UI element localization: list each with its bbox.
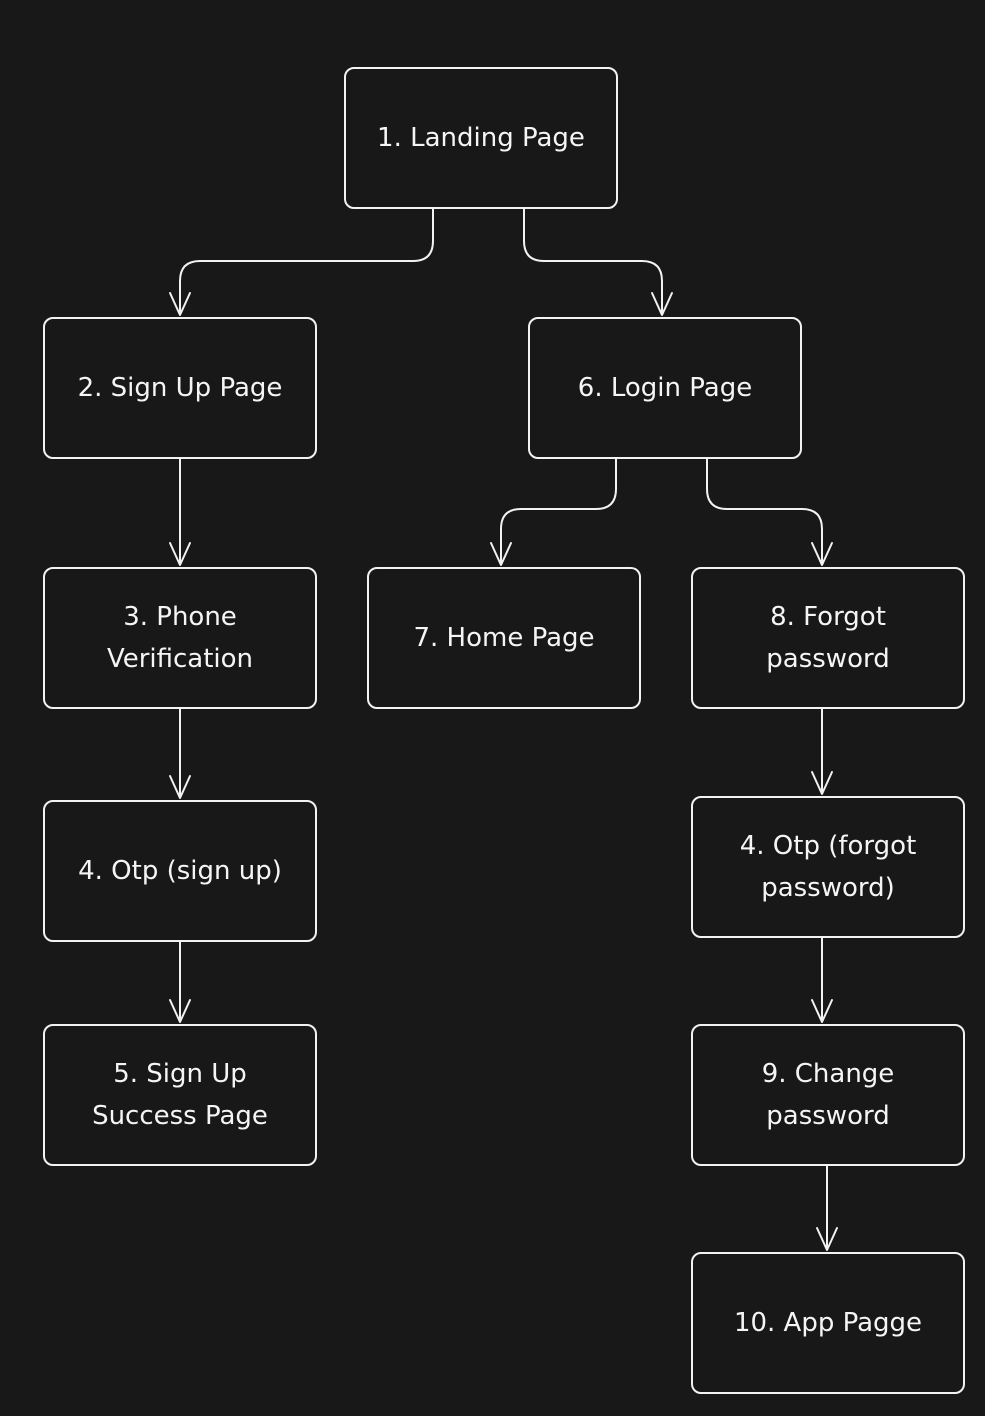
node-n4a[interactable]: 4. Otp (sign up) <box>43 800 317 942</box>
node-label: 4. Otp (forgot password) <box>739 831 917 903</box>
node-n8[interactable]: 8. Forgot password <box>691 567 965 709</box>
node-n6[interactable]: 6. Login Page <box>528 317 802 459</box>
arrow-n1-n6 <box>523 209 663 315</box>
node-n3[interactable]: 3. Phone Verification <box>43 567 317 709</box>
node-label: 9. Change password <box>761 1059 895 1131</box>
node-label: 6. Login Page <box>577 373 753 403</box>
node-n4b[interactable]: 4. Otp (forgot password) <box>691 796 965 938</box>
arrow-n6-n7 <box>500 459 617 565</box>
node-n9[interactable]: 9. Change password <box>691 1024 965 1166</box>
node-label: 3. Phone Verification <box>106 602 254 674</box>
arrow-n6-n8 <box>706 459 823 565</box>
node-n5[interactable]: 5. Sign Up Success Page <box>43 1024 317 1166</box>
node-label: 10. App Pagge <box>733 1308 923 1338</box>
node-label: 1. Landing Page <box>377 123 585 153</box>
node-label: 4. Otp (sign up) <box>78 856 282 886</box>
node-n1[interactable]: 1. Landing Page <box>344 67 618 209</box>
node-label: 8. Forgot password <box>766 602 890 674</box>
node-n2[interactable]: 2. Sign Up Page <box>43 317 317 459</box>
node-n10[interactable]: 10. App Pagge <box>691 1252 965 1394</box>
node-label: 5. Sign Up Success Page <box>92 1059 268 1131</box>
arrow-n1-n2 <box>179 209 434 315</box>
node-label: 2. Sign Up Page <box>77 373 283 403</box>
node-label: 7. Home Page <box>413 623 595 653</box>
node-n7[interactable]: 7. Home Page <box>367 567 641 709</box>
